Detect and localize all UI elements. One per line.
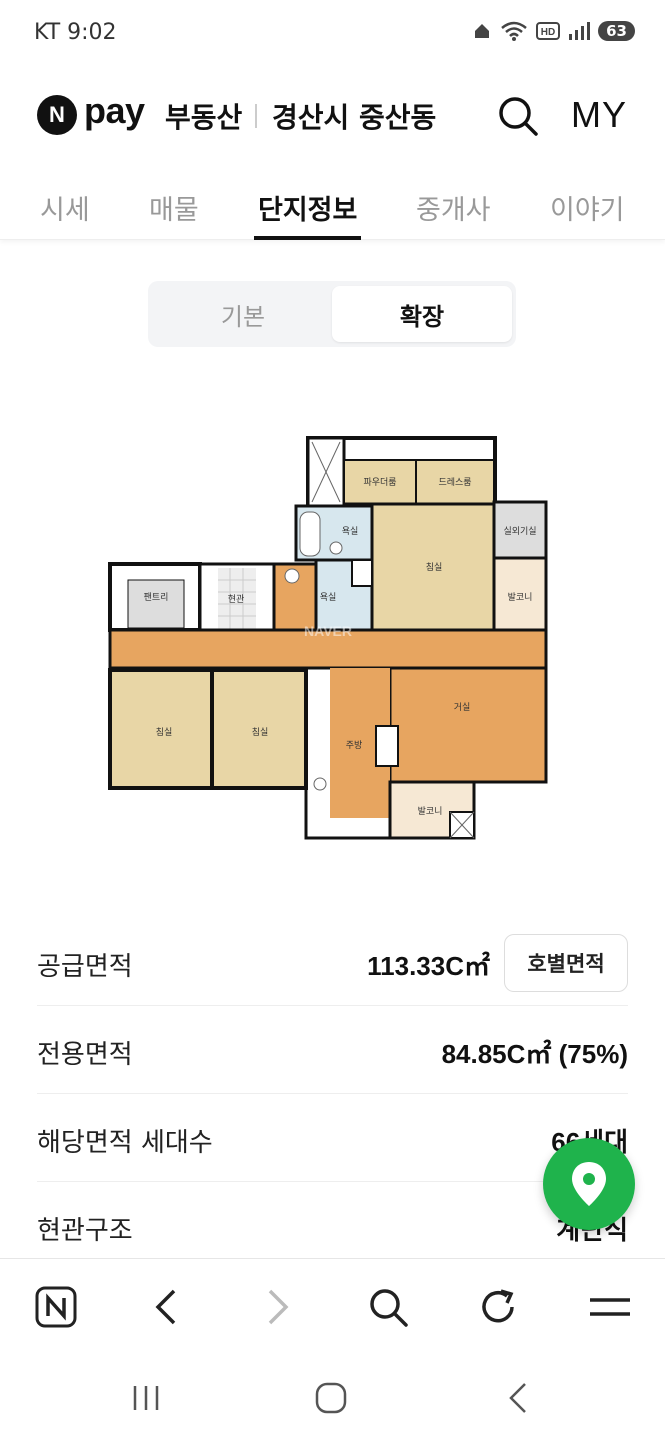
entrance-structure-label: 현관구조 [37, 1216, 133, 1246]
home-icon [475, 24, 490, 38]
service-name[interactable]: 부동산 [165, 96, 242, 136]
back-arrow-icon [509, 1383, 526, 1413]
reload-button[interactable] [474, 1283, 522, 1331]
label-bath1: 욕실 [342, 526, 359, 537]
naver-n-icon [35, 1286, 77, 1328]
system-back-button[interactable] [496, 1376, 540, 1420]
recent-apps-icon [133, 1386, 159, 1410]
floor-plan-drawing: 파우더룸 드레스룸 욕실 침실 실외기실 발코니 욕실 팬트리 현관 거실 침실… [108, 436, 548, 840]
label-master-bedroom: 침실 [426, 562, 443, 573]
app-header: N pay 부동산 경산시 중산동 MY [0, 78, 665, 152]
label-kitchen: 주방 [346, 740, 363, 751]
label-bedroom2: 침실 [156, 727, 173, 738]
label-living-room: 거실 [454, 702, 471, 713]
signal-icon [569, 22, 591, 40]
recent-apps-button[interactable] [124, 1376, 168, 1420]
hd-icon: HD [536, 22, 561, 40]
header-divider [255, 104, 257, 128]
back-button[interactable] [142, 1283, 190, 1331]
supply-area-label: 공급면적 [37, 952, 133, 982]
tab-price[interactable]: 시세 [40, 188, 90, 227]
exclusive-area-row: 전용면적 84.85C㎡ (75%) [37, 1006, 628, 1094]
naver-home-button[interactable] [32, 1283, 80, 1331]
toggle-basic[interactable]: 기본 [153, 286, 333, 342]
label-balcony2: 발코니 [418, 806, 443, 817]
toggle-extended[interactable]: 확장 [332, 286, 512, 342]
carrier-time: KT 9:02 [34, 20, 117, 45]
svg-text:HD: HD [541, 27, 555, 38]
label-balcony1: 발코니 [508, 592, 533, 603]
status-bar: KT 9:02 HD 63 [0, 0, 665, 68]
battery-indicator: 63 [598, 21, 635, 41]
naver-logo-icon[interactable]: N [37, 95, 77, 135]
supply-area-row: 공급면적 113.33C㎡ 호별면적 [37, 918, 628, 1006]
floor-plan-image[interactable]: 파우더룸 드레스룸 욕실 침실 실외기실 발코니 욕실 팬트리 현관 거실 침실… [100, 430, 560, 850]
label-entrance: 현관 [228, 594, 245, 605]
ho-area-button[interactable]: 호별면적 [504, 934, 628, 992]
tab-agents[interactable]: 중개사 [416, 188, 491, 227]
floor-plan-watermark: NAVER [304, 623, 352, 639]
home-circle-icon [315, 1382, 347, 1414]
entrance-structure-row: 현관구조 계단식 [37, 1182, 628, 1270]
label-outdoor-unit: 실외기실 [503, 525, 536, 537]
label-dress-room: 드레스룸 [438, 477, 471, 488]
browser-toolbar [0, 1258, 665, 1354]
label-powder-room: 파우더룸 [363, 477, 396, 488]
households-label: 해당면적 세대수 [37, 1128, 213, 1158]
wifi-icon [501, 21, 527, 41]
search-icon [370, 1289, 408, 1327]
exclusive-area-label: 전용면적 [37, 1040, 133, 1070]
active-tab-indicator [254, 236, 361, 240]
households-row: 해당면적 세대수 66세대 [37, 1094, 628, 1182]
menu-button[interactable] [586, 1283, 634, 1331]
tab-bar: 시세 매물 단지정보 중개사 이야기 [0, 172, 665, 240]
region-name[interactable]: 경산시 중산동 [272, 96, 436, 136]
logo-pay[interactable]: pay [84, 90, 145, 132]
forward-button[interactable] [254, 1283, 302, 1331]
refresh-icon [482, 1289, 514, 1323]
map-location-button[interactable] [543, 1138, 635, 1230]
search-button[interactable] [496, 94, 540, 138]
supply-area-value: 113.33C㎡ [367, 951, 490, 981]
search-icon [499, 97, 538, 136]
chevron-right-icon [268, 1289, 289, 1325]
location-pin-icon [572, 1162, 606, 1206]
system-navigation-bar [0, 1354, 665, 1440]
tab-stories[interactable]: 이야기 [550, 188, 625, 227]
home-button[interactable] [309, 1376, 353, 1420]
view-toggle: 기본 확장 [148, 281, 516, 347]
chevron-left-icon [155, 1289, 176, 1325]
tab-complex-info[interactable]: 단지정보 [258, 188, 357, 227]
my-button[interactable]: MY [571, 94, 627, 136]
status-icons: HD 63 [472, 20, 635, 42]
exclusive-area-value: 84.85C㎡ (75%) [441, 1039, 628, 1069]
tab-listings[interactable]: 매물 [149, 188, 199, 227]
label-bath2: 욕실 [320, 592, 337, 603]
label-pantry: 팬트리 [144, 592, 169, 603]
hamburger-menu-icon [590, 1298, 630, 1316]
toolbar-search-button[interactable] [364, 1283, 412, 1331]
label-bedroom3: 침실 [252, 727, 269, 738]
